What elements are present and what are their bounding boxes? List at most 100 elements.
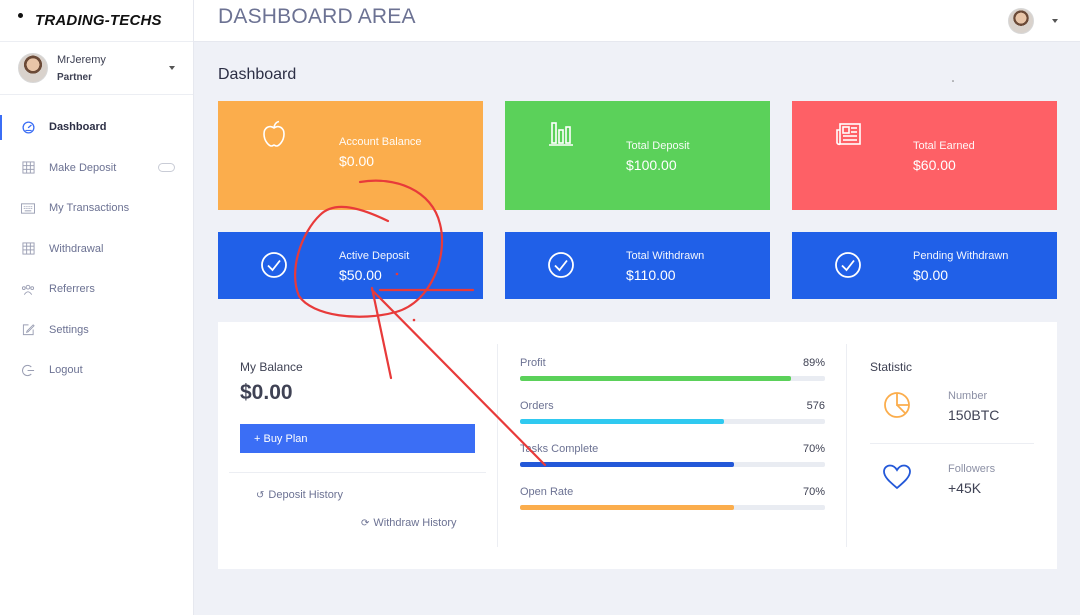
user-profile[interactable]: MrJeremy Partner: [0, 42, 193, 95]
card-text: Total Deposit $100.00: [626, 140, 690, 173]
card-text: Pending Withdrawn $0.00: [913, 250, 1008, 283]
dashboard-icon: [21, 120, 35, 134]
card-value: $60.00: [913, 157, 956, 173]
progress-value: 576: [806, 400, 825, 412]
card-pending-withdrawn[interactable]: Pending Withdrawn $0.00: [792, 232, 1057, 299]
card-label: Total Earned: [913, 140, 975, 152]
card-label: Account Balance: [339, 136, 422, 148]
card-value: $100.00: [626, 157, 677, 173]
progress-orders: Orders 576: [520, 400, 825, 424]
withdraw-history-label: Withdraw History: [373, 517, 457, 529]
deposit-history-label: Deposit History: [268, 489, 343, 501]
statistic-title: Statistic: [870, 360, 913, 374]
sidebar-item-logout[interactable]: Logout: [0, 350, 193, 391]
card-total-deposit[interactable]: Total Deposit $100.00: [505, 101, 770, 210]
card-label: Total Withdrawn: [626, 250, 705, 262]
sidebar-item-make-deposit[interactable]: Make Deposit: [0, 148, 193, 189]
buy-plan-button[interactable]: + Buy Plan: [240, 424, 475, 453]
progress-open-rate: Open Rate 70%: [520, 486, 825, 510]
check-circle-icon: [260, 251, 288, 279]
user-info: MrJeremy Partner: [57, 54, 106, 83]
chevron-down-icon[interactable]: [169, 66, 175, 70]
newspaper-icon: [834, 120, 862, 148]
card-active-deposit[interactable]: Active Deposit $50.00: [218, 232, 483, 299]
progress-head: Orders 576: [520, 400, 825, 412]
progress-track: [520, 419, 825, 424]
card-account-balance[interactable]: Account Balance $0.00: [218, 101, 483, 210]
balance-value: $0.00: [240, 381, 293, 404]
check-circle-icon: [547, 251, 575, 279]
progress-fill: [520, 376, 792, 381]
divider: [229, 472, 486, 473]
sidebar-item-my-transactions[interactable]: My Transactions: [0, 188, 193, 229]
bar-chart-icon: [547, 120, 575, 148]
card-value: $0.00: [913, 267, 949, 283]
overview-panel: My Balance $0.00 + Buy Plan ↺ Deposit Hi…: [218, 322, 1057, 569]
progress-fill: [520, 505, 734, 510]
progress-label: Tasks Complete: [520, 443, 599, 455]
heart-icon: [882, 463, 912, 493]
sidebar-item-settings[interactable]: Settings: [0, 310, 193, 351]
statistic-label: Followers: [948, 463, 996, 475]
progress-label: Open Rate: [520, 486, 574, 498]
page-title: DASHBOARD AREA: [218, 5, 416, 28]
balance-label: My Balance: [240, 360, 303, 374]
sidebar-item-referrers[interactable]: Referrers: [0, 269, 193, 310]
card-text: Total Withdrawn $110.00: [626, 250, 704, 283]
sidebar: TRADING-TECHS MrJeremy Partner Dashboard…: [0, 0, 194, 615]
progress-tasks-complete: Tasks Complete 70%: [520, 443, 825, 467]
card-value: $0.00: [339, 153, 375, 169]
apple-icon: [260, 120, 288, 148]
sidebar-item-label: Referrers: [49, 283, 95, 296]
card-total-withdrawn[interactable]: Total Withdrawn $110.00: [505, 232, 770, 299]
annotation-dot: [412, 318, 416, 322]
card-text: Total Earned $60.00: [913, 140, 975, 173]
sidebar-item-label: Make Deposit: [49, 161, 117, 174]
avatar: [18, 53, 48, 83]
card-value: $50.00: [339, 267, 382, 283]
sidebar-item-label: Dashboard: [49, 121, 107, 134]
card-label: Active Deposit: [339, 250, 410, 262]
card-value: $110.00: [626, 267, 676, 283]
sidebar-item-withdrawal[interactable]: Withdrawal: [0, 229, 193, 270]
sidebar-item-label: Settings: [49, 323, 89, 336]
make-deposit-toggle[interactable]: [158, 163, 175, 173]
brand-name: TRADING-TECHS: [35, 12, 162, 29]
logout-icon: [21, 363, 35, 377]
progress-value: 70%: [802, 443, 825, 455]
annotation-dot: [952, 80, 954, 82]
card-total-earned[interactable]: Total Earned $60.00: [792, 101, 1057, 210]
grid-icon: [21, 161, 35, 175]
user-role: Partner: [57, 71, 93, 83]
sidebar-item-dashboard[interactable]: Dashboard: [0, 107, 193, 148]
progress-profit: Profit 89%: [520, 357, 825, 381]
divider: [870, 443, 1034, 444]
sidebar-item-label: Logout: [49, 364, 83, 377]
refresh-icon: ⟳: [361, 517, 370, 529]
withdraw-history-link[interactable]: ⟳ Withdraw History: [361, 517, 457, 529]
topbar: DASHBOARD AREA: [194, 0, 1080, 42]
section-title: Dashboard: [218, 66, 297, 83]
pie-chart-icon: [882, 390, 912, 420]
statistic-label: Number: [948, 390, 988, 402]
card-label: Pending Withdrawn: [913, 250, 1009, 262]
sidebar-nav: Dashboard Make Deposit My Transactions W…: [0, 107, 193, 391]
progress-label: Profit: [520, 357, 546, 369]
user-name: MrJeremy: [57, 53, 106, 66]
check-circle-icon: [834, 251, 862, 279]
progress-value: 70%: [802, 486, 825, 498]
divider: [497, 344, 498, 547]
card-text: Account Balance $0.00: [339, 136, 422, 169]
card-text: Active Deposit $50.00: [339, 250, 409, 283]
progress-head: Open Rate 70%: [520, 486, 825, 498]
chevron-down-icon[interactable]: [1052, 19, 1058, 23]
edit-icon: [21, 323, 35, 337]
people-icon: [21, 282, 35, 296]
avatar[interactable]: [1008, 8, 1034, 34]
divider: [846, 344, 847, 547]
deposit-history-link[interactable]: ↺ Deposit History: [256, 489, 343, 501]
keyboard-icon: [21, 201, 35, 215]
brand[interactable]: TRADING-TECHS: [0, 0, 193, 42]
progress-fill: [520, 419, 725, 424]
progress-head: Tasks Complete 70%: [520, 443, 825, 455]
